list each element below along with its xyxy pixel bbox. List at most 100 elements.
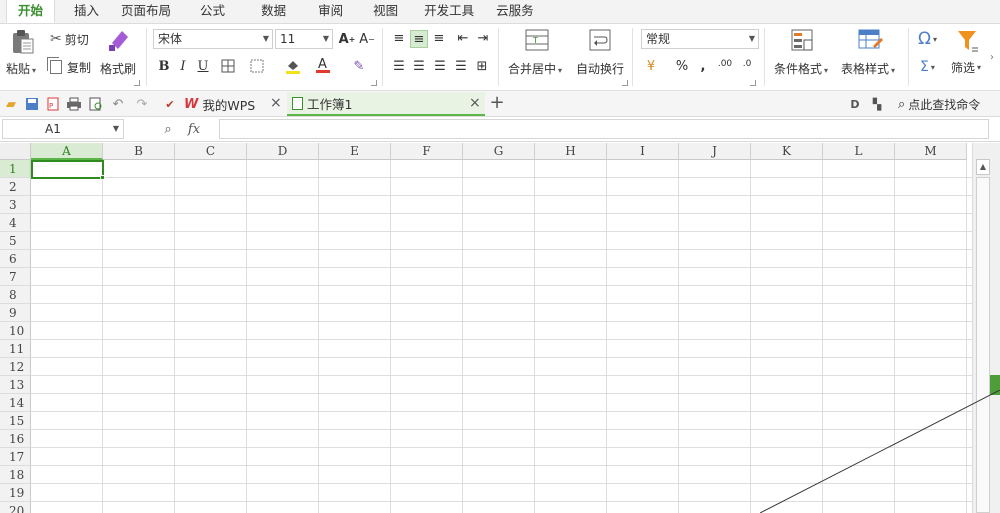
font-launcher[interactable]: [371, 80, 377, 86]
underline-button[interactable]: U: [194, 57, 212, 75]
cell-area[interactable]: [31, 160, 972, 513]
ribbon-scroll-right-icon[interactable]: ›: [986, 48, 998, 66]
side-panel-tab[interactable]: [990, 375, 1000, 395]
number-launcher[interactable]: [750, 80, 756, 86]
tab-review[interactable]: 审阅: [304, 0, 357, 23]
format-painter-button[interactable]: 格式刷: [100, 60, 136, 77]
scroll-track[interactable]: [976, 177, 990, 513]
align-bottom-icon[interactable]: ≡: [430, 29, 448, 47]
row-header[interactable]: 16: [0, 430, 31, 448]
align-right-icon[interactable]: ☰: [431, 57, 449, 75]
paste-button[interactable]: 粘贴 ▾: [6, 60, 36, 77]
row-header[interactable]: 20: [0, 502, 31, 513]
number-format-select[interactable]: 常规 ▼: [641, 29, 759, 49]
indent-increase-icon[interactable]: ⇥: [474, 29, 492, 47]
row-header[interactable]: 5: [0, 232, 31, 250]
row-header[interactable]: 8: [0, 286, 31, 304]
print-icon[interactable]: [66, 96, 82, 112]
row-header[interactable]: 12: [0, 358, 31, 376]
tab-insert[interactable]: 插入: [63, 0, 110, 23]
row-header[interactable]: 9: [0, 304, 31, 322]
merge-center-icon[interactable]: T: [524, 28, 550, 52]
d-icon[interactable]: D: [847, 96, 863, 112]
select-all-corner[interactable]: [0, 143, 31, 160]
merge-center-button[interactable]: 合并居中 ▾: [508, 60, 562, 77]
tab-home[interactable]: 开始: [6, 0, 56, 23]
close-icon[interactable]: ×: [270, 95, 282, 111]
grow-font-button[interactable]: A +: [338, 30, 356, 48]
fill-handle[interactable]: [100, 175, 105, 180]
tab-page-layout[interactable]: 页面布局: [110, 0, 182, 23]
table-style-button[interactable]: 表格样式 ▾: [841, 60, 895, 77]
column-header[interactable]: M: [895, 143, 967, 160]
row-header[interactable]: 6: [0, 250, 31, 268]
conditional-format-icon[interactable]: [790, 28, 814, 52]
close-icon[interactable]: ×: [469, 95, 481, 111]
column-header[interactable]: J: [679, 143, 751, 160]
save-icon[interactable]: [24, 96, 40, 112]
row-header[interactable]: 17: [0, 448, 31, 466]
column-header[interactable]: D: [247, 143, 319, 160]
print-preview-icon[interactable]: [88, 96, 104, 112]
flag-icon[interactable]: ▚: [869, 96, 885, 112]
row-header[interactable]: 14: [0, 394, 31, 412]
row-header[interactable]: 19: [0, 484, 31, 502]
row-header[interactable]: 1: [0, 160, 31, 178]
cut-button[interactable]: ✂ 剪切: [50, 29, 89, 49]
font-name-select[interactable]: 宋体 ▼: [153, 29, 273, 49]
font-color-icon[interactable]: A: [314, 56, 332, 74]
conditional-format-button[interactable]: 条件格式 ▾: [774, 60, 828, 77]
row-header[interactable]: 10: [0, 322, 31, 340]
decrease-decimal-button[interactable]: .0: [737, 55, 757, 73]
row-header[interactable]: 4: [0, 214, 31, 232]
column-header[interactable]: E: [319, 143, 391, 160]
vertical-scrollbar[interactable]: ▲: [972, 143, 1000, 513]
row-header[interactable]: 15: [0, 412, 31, 430]
clear-format-icon[interactable]: ✎: [350, 57, 368, 75]
currency-icon[interactable]: ¥: [642, 57, 660, 75]
wrap-text-icon[interactable]: [588, 28, 612, 52]
column-header[interactable]: K: [751, 143, 823, 160]
tab-workbook[interactable]: 工作簿1 ×: [287, 92, 485, 116]
column-header[interactable]: F: [391, 143, 463, 160]
borders-icon[interactable]: [219, 57, 237, 75]
new-tab-button[interactable]: +: [489, 92, 505, 113]
font-size-select[interactable]: 11 ▼: [275, 29, 333, 49]
fill-pattern-icon[interactable]: [248, 57, 266, 75]
tab-view[interactable]: 视图: [357, 0, 414, 23]
symbol-button[interactable]: Ω ▾: [918, 29, 937, 49]
tab-cloud[interactable]: 云服务: [484, 0, 546, 23]
customize-toolbar-icon[interactable]: ✔: [162, 96, 178, 112]
row-header[interactable]: 13: [0, 376, 31, 394]
justify-icon[interactable]: ☰: [452, 57, 470, 75]
name-box[interactable]: A1 ▼: [2, 119, 124, 139]
row-header[interactable]: 2: [0, 178, 31, 196]
insert-function-button[interactable]: fx: [184, 121, 204, 137]
scroll-up-icon[interactable]: ▲: [976, 159, 990, 175]
undo-icon[interactable]: ↶: [110, 96, 126, 112]
tab-formulas[interactable]: 公式: [182, 0, 243, 23]
table-style-icon[interactable]: [857, 28, 883, 52]
align-left-icon[interactable]: ☰: [390, 57, 408, 75]
copy-button[interactable]: 复制: [50, 57, 91, 77]
shrink-font-button[interactable]: A −: [358, 30, 376, 48]
fill-color-icon[interactable]: [284, 57, 302, 75]
export-pdf-icon[interactable]: P: [45, 96, 61, 112]
column-header[interactable]: L: [823, 143, 895, 160]
column-header[interactable]: C: [175, 143, 247, 160]
filter-icon[interactable]: [956, 28, 980, 54]
indent-decrease-icon[interactable]: ⇤: [454, 29, 472, 47]
active-cell[interactable]: [31, 160, 104, 179]
wrap-text-button[interactable]: 自动换行: [576, 60, 624, 77]
alignment-launcher[interactable]: [622, 80, 628, 86]
column-header[interactable]: H: [535, 143, 607, 160]
paste-icon[interactable]: [10, 28, 36, 56]
row-header[interactable]: 7: [0, 268, 31, 286]
italic-button[interactable]: I: [174, 57, 192, 75]
tab-my-wps[interactable]: W 我的WPS ×: [184, 92, 284, 116]
distribute-icon[interactable]: ⊞: [473, 57, 491, 75]
format-painter-icon[interactable]: [106, 27, 132, 53]
row-header[interactable]: 3: [0, 196, 31, 214]
align-top-icon[interactable]: ≡: [390, 29, 408, 47]
column-header[interactable]: A: [31, 143, 103, 160]
